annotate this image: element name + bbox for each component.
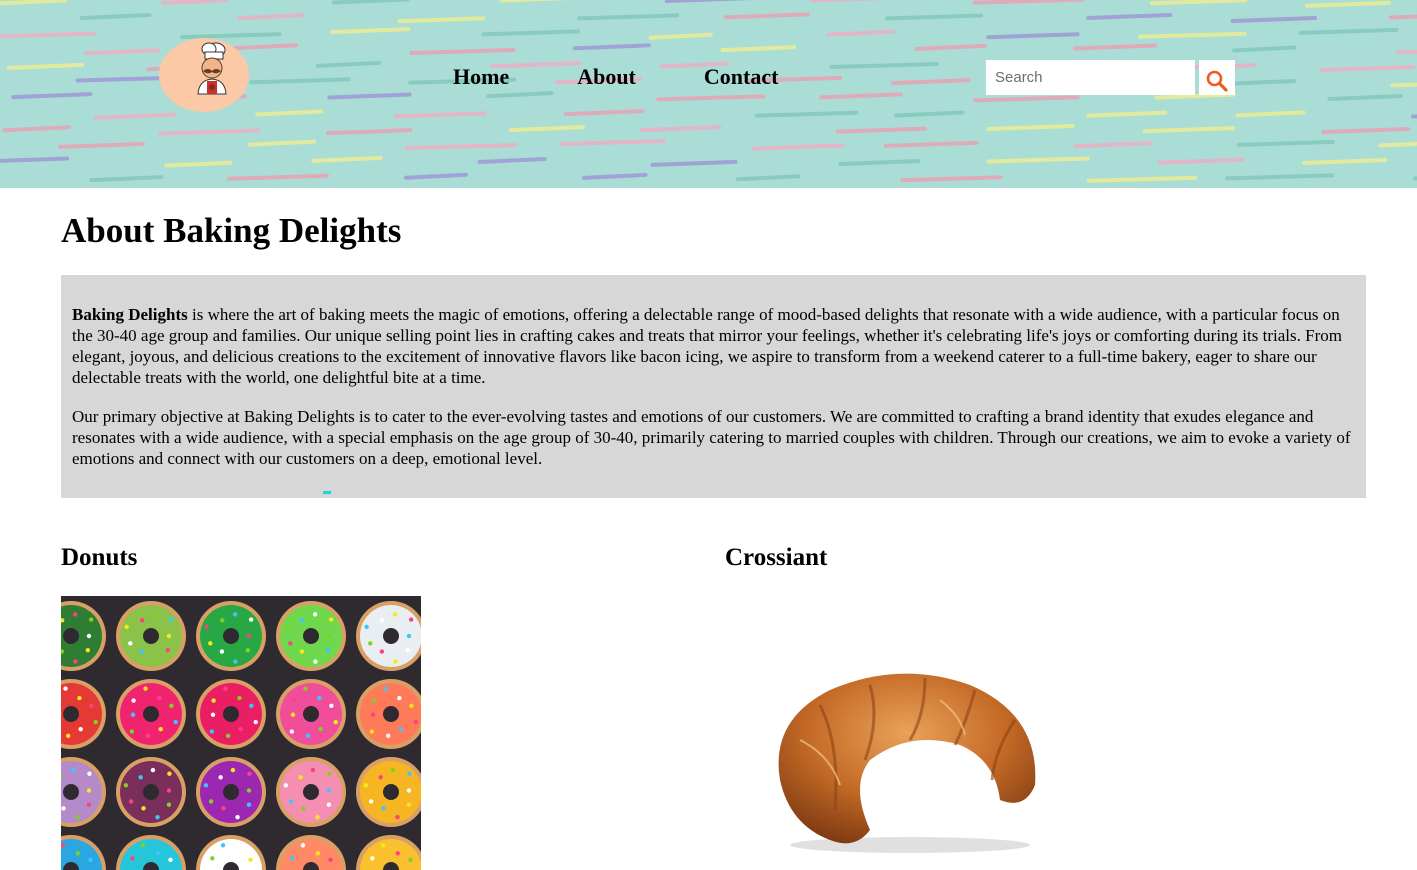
bakery-logo[interactable] <box>159 38 249 112</box>
about-section: Baking Delights is where the art of baki… <box>61 275 1366 498</box>
about-paragraph-1: Baking Delights is where the art of baki… <box>72 304 1355 388</box>
nav-home-link[interactable]: Home <box>453 62 509 92</box>
nav-about-link[interactable]: About <box>577 62 636 92</box>
donuts-image <box>61 596 421 870</box>
search-input[interactable] <box>986 60 1195 95</box>
croissant-image <box>778 673 1036 853</box>
brand-name: Baking Delights <box>72 305 188 324</box>
main-nav: Home About Contact <box>453 62 778 92</box>
chef-mascot-icon <box>197 42 227 95</box>
search-icon <box>1206 70 1228 92</box>
donuts-photo <box>61 601 421 870</box>
product-title-croissant: Crossiant <box>725 544 828 571</box>
decorative-mark <box>323 491 331 494</box>
nav-contact-link[interactable]: Contact <box>704 62 779 92</box>
about-paragraph-2: Our primary objective at Baking Delights… <box>72 407 1351 468</box>
page-title: About Baking Delights <box>61 211 402 250</box>
search-button[interactable] <box>1199 60 1235 95</box>
site-header: Home About Contact <box>0 0 1417 188</box>
about-paragraph-1-text: is where the art of baking meets the mag… <box>72 305 1342 387</box>
product-title-donuts: Donuts <box>61 544 138 571</box>
